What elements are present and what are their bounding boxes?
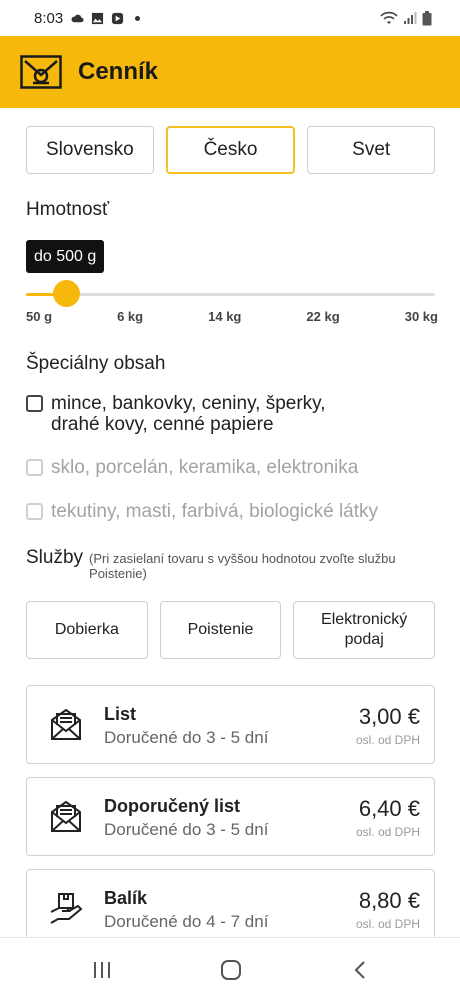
weight-value-tooltip: do 500 g	[26, 240, 105, 273]
tick-label: 22 kg	[306, 309, 340, 324]
region-tabs: Slovensko Česko Svet	[26, 126, 436, 174]
product-card-registered-letter[interactable]: Doporučený list Doručené do 3 - 5 dní 6,…	[26, 777, 435, 856]
wifi-icon	[380, 11, 398, 24]
product-price: 6,40 €	[358, 796, 420, 821]
parcel-hand-icon	[50, 893, 83, 924]
service-buttons: Dobierka Poistenie Elektronický podaj	[26, 601, 436, 659]
tick-label: 14 kg	[208, 309, 242, 324]
weight-title: Hmotnosť	[26, 199, 110, 220]
product-delivery: Doručené do 3 - 5 dní	[104, 820, 269, 839]
checkbox[interactable]	[26, 459, 43, 476]
electronic-submission-button[interactable]: Elektronický podaj	[293, 601, 436, 659]
product-vat-note: osl. od DPH	[355, 917, 420, 931]
weight-slider-thumb[interactable]	[53, 280, 80, 307]
tick-label: 50 g	[26, 309, 53, 324]
special-option-liquids[interactable]: tekutiny, masti, farbivá, biologické lát…	[26, 501, 411, 522]
product-name: List	[104, 704, 137, 724]
product-price: 3,00 €	[358, 704, 420, 729]
battery-icon	[422, 10, 432, 25]
tick-label: 30 kg	[404, 309, 438, 324]
photo-icon	[92, 12, 104, 24]
product-name: Balík	[104, 888, 148, 908]
cash-on-delivery-button[interactable]: Dobierka	[26, 601, 148, 659]
special-option-fragile[interactable]: sklo, porcelán, keramika, elektronika	[26, 457, 391, 478]
play-icon	[112, 12, 124, 24]
product-delivery: Doručené do 4 - 7 dní	[104, 912, 269, 931]
back-icon[interactable]	[349, 958, 373, 982]
services-title: Služby	[26, 547, 84, 568]
services-header: Služby (Pri zasielaní tovaru s vyššou ho…	[26, 547, 409, 581]
weight-slider-track[interactable]	[26, 293, 435, 296]
tab-cesko[interactable]: Česko	[165, 126, 296, 174]
recent-apps-icon[interactable]	[90, 958, 114, 982]
app-bar: Cenník	[0, 36, 460, 108]
product-vat-note: osl. od DPH	[355, 825, 420, 839]
status-icons-right	[380, 10, 432, 26]
special-content-title: Špeciálny obsah	[26, 353, 166, 374]
product-vat-note: osl. od DPH	[355, 733, 420, 747]
weight-slider-ticks: 50 g 6 kg 14 kg 22 kg 30 kg	[26, 309, 438, 324]
post-horn-logo	[20, 55, 62, 89]
checkbox-label: sklo, porcelán, keramika, elektronika	[51, 457, 359, 478]
status-icons-left	[71, 12, 141, 25]
envelope-icon	[51, 708, 81, 740]
home-icon[interactable]	[219, 958, 243, 982]
registered-envelope-icon	[51, 800, 81, 832]
checkbox[interactable]	[26, 395, 43, 412]
checkbox-label: mince, bankovky, ceniny, šperky, drahé k…	[51, 393, 326, 435]
product-card-list[interactable]: List Doručené do 3 - 5 dní 3,00 € osl. o…	[26, 685, 435, 764]
product-delivery: Doručené do 3 - 5 dní	[104, 728, 269, 747]
services-note: (Pri zasielaní tovaru s vyššou hodnotou …	[89, 551, 396, 581]
checkbox-label: tekutiny, masti, farbivá, biologické lát…	[51, 501, 379, 522]
signal-icon	[404, 12, 417, 24]
tick-label: 6 kg	[117, 309, 144, 324]
cloud-icon	[71, 14, 84, 22]
special-option-valuables[interactable]: mince, bankovky, ceniny, šperky, drahé k…	[26, 393, 371, 435]
product-name: Doporučený list	[104, 796, 241, 816]
status-time: 8:03	[34, 9, 64, 27]
dot-icon	[135, 15, 141, 21]
tab-slovensko[interactable]: Slovensko	[26, 126, 154, 174]
product-price: 8,80 €	[358, 888, 420, 913]
tab-svet[interactable]: Svet	[307, 126, 436, 174]
status-bar: 8:03	[0, 0, 460, 36]
system-nav-bar	[0, 937, 460, 997]
page-title: Cenník	[78, 58, 159, 85]
insurance-button[interactable]: Poistenie	[159, 601, 282, 659]
checkbox[interactable]	[26, 503, 43, 520]
